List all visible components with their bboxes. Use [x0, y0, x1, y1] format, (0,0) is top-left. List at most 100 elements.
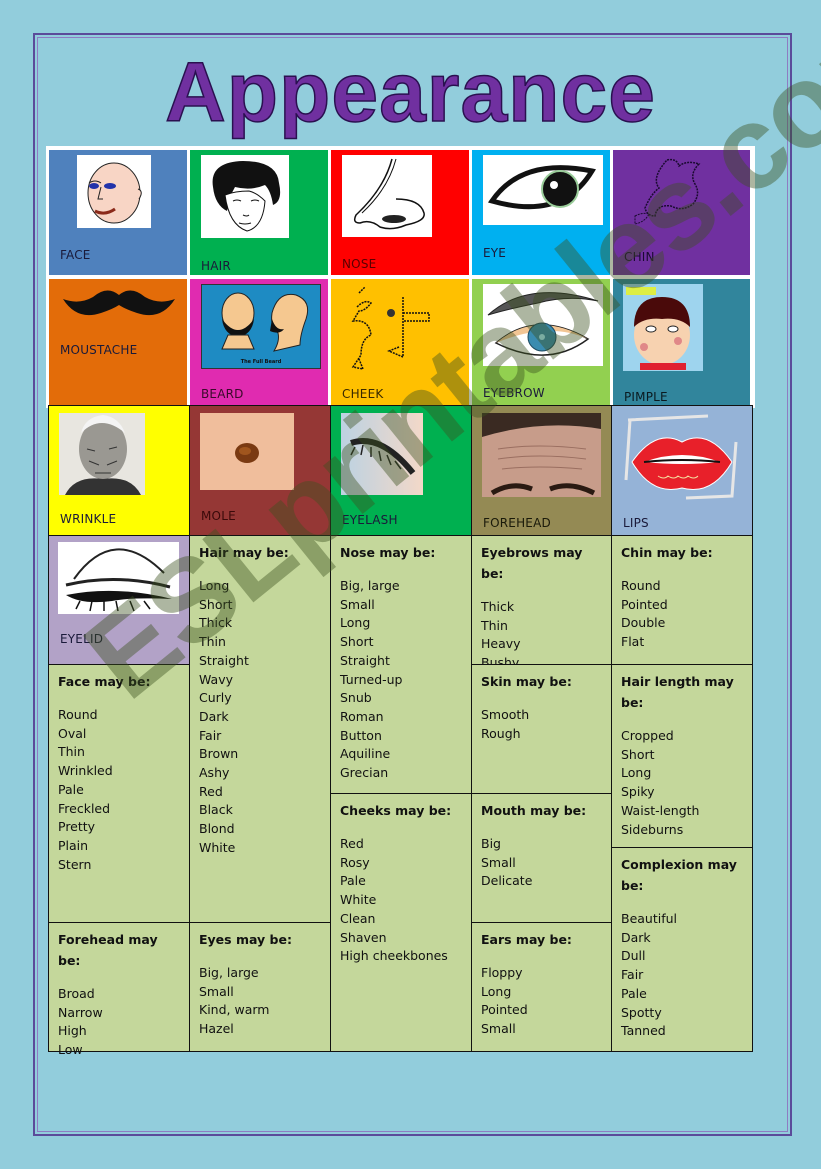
- face-icon: [87, 162, 142, 223]
- word-list-item: Snub: [340, 690, 372, 706]
- tile-mole: MOLE: [189, 405, 331, 536]
- word-list-item: White: [199, 839, 236, 855]
- word-list-item: Long: [340, 615, 371, 631]
- word-list-heading: Complexion may be:: [621, 857, 737, 893]
- hair-icon: [212, 160, 281, 232]
- word-list-forehead: Forehead may be: Broad Narrow High Low: [48, 922, 190, 1057]
- word-list-items: Red Rosy Pale White Clean Shaven High cheekbon…: [340, 835, 462, 966]
- word-list-heading: Eyebrows may be:: [481, 545, 583, 581]
- word-list-heading: Mouth may be:: [481, 803, 587, 818]
- tile-wrinkle: WRINKLE: [48, 405, 190, 536]
- word-list-ears: Ears may be: Floppy Long Pointed Small: [471, 922, 612, 1052]
- word-list-item: Dull: [621, 948, 646, 964]
- tile-label: NOSE: [342, 257, 377, 271]
- word-list-mouth: Mouth may be: Big Small Delicate: [471, 793, 612, 923]
- word-list-item: Fair: [199, 727, 222, 743]
- tile-hair: HAIR: [190, 150, 328, 275]
- tile-label: MOUSTACHE: [60, 343, 138, 357]
- word-list-items: Floppy Long Pointed Small: [481, 964, 602, 1039]
- word-list-items: Big, large Small Long Short Straight Turned-u…: [340, 577, 462, 783]
- word-list-item: Fair: [621, 967, 644, 983]
- word-list-item: Red: [340, 836, 364, 851]
- word-list-item: Floppy: [481, 965, 523, 980]
- word-list-skin: Skin may be: Smooth Rough: [471, 664, 612, 794]
- beard-icon: [221, 292, 309, 352]
- tile-label: CHEEK: [342, 387, 384, 401]
- word-list-nose: Nose may be: Big, large Small Long Short Str…: [330, 535, 472, 794]
- page-title: Appearance: [164, 44, 656, 140]
- tile-label: EYE: [483, 246, 507, 260]
- tile-label: EYELASH: [342, 513, 398, 527]
- word-list-item: Stern: [58, 856, 92, 872]
- word-list-items: Big, large Small Kind, warm Hazel: [199, 964, 321, 1039]
- word-list-item: Dark: [199, 708, 229, 724]
- tile-forehead: FOREHEAD: [471, 405, 612, 536]
- eyelid-icon: [65, 548, 172, 612]
- word-list-item: Straight: [340, 652, 390, 668]
- eye-icon: [487, 165, 596, 210]
- word-list-item: Smooth: [481, 707, 530, 722]
- tile-label: WRINKLE: [60, 512, 117, 526]
- word-list-item: Pretty: [58, 819, 96, 835]
- word-list-item: Short: [621, 746, 655, 762]
- tile-eye: EYE: [472, 150, 610, 275]
- word-list-item: Small: [340, 596, 375, 612]
- word-list-item: Pointed: [481, 1002, 528, 1018]
- tile-cheek: CHEEK: [331, 279, 469, 405]
- forehead-icon: [482, 413, 601, 497]
- word-list-item: Round: [58, 707, 98, 722]
- tile-label: MOLE: [201, 509, 236, 523]
- word-list-item: Thick: [199, 615, 233, 631]
- tile-label: PIMPLE: [624, 390, 668, 404]
- word-list-item: Big, large: [340, 578, 400, 593]
- word-list-item: Short: [340, 634, 374, 650]
- word-list-item: Kind, warm: [199, 1002, 270, 1018]
- word-list-item: Flat: [621, 634, 645, 650]
- word-list-items: Round Pointed Double Flat: [621, 577, 743, 652]
- word-list-item: Thin: [58, 744, 85, 760]
- word-list-item: High: [58, 1023, 87, 1039]
- word-list-items: Broad Narrow High Low: [58, 985, 180, 1060]
- word-list-face: Face may be: Round Oval Thin Wrinkled Pale Fr…: [48, 664, 190, 923]
- word-list-item: Freckled: [58, 800, 111, 816]
- moustache-icon: [63, 290, 175, 316]
- cheek-icon: [351, 286, 430, 371]
- wrinkle-icon: [59, 413, 145, 495]
- tile-label: EYEBROW: [483, 386, 545, 400]
- pimple-icon: [626, 287, 690, 370]
- tile-pimple: PIMPLE: [613, 279, 750, 405]
- word-list-item: Straight: [199, 652, 249, 668]
- word-list-item: Small: [199, 983, 234, 999]
- word-list-item: Brown: [199, 746, 239, 762]
- word-list-item: Rough: [481, 725, 521, 741]
- word-list-item: Black: [199, 802, 233, 818]
- word-list-item: Dark: [621, 929, 651, 945]
- eyelash-icon: [341, 413, 423, 495]
- word-list-hair: Hair may be: Long Short Thick Thin Straight W…: [189, 535, 331, 923]
- word-list-item: Oval: [58, 725, 87, 741]
- word-list-complexion: Complexion may be: Beautiful Dark Dull Fair…: [611, 847, 753, 1052]
- word-list-item: Button: [340, 727, 382, 743]
- word-list-heading: Cheeks may be:: [340, 803, 452, 818]
- word-list-item: Heavy: [481, 636, 521, 652]
- word-list-eyes: Eyes may be: Big, large Small Kind, warm Ha…: [189, 922, 331, 1052]
- tile-label: FOREHEAD: [483, 516, 551, 530]
- beard-caption: The Full Beard: [240, 358, 282, 365]
- word-list-item: Thin: [199, 634, 226, 650]
- tile-label: BEARD: [201, 387, 244, 401]
- word-list-item: Cropped: [621, 728, 674, 743]
- word-list-items: Cropped Short Long Spiky Waist-length Sidebur…: [621, 727, 743, 839]
- word-list-item: Big, large: [199, 965, 259, 980]
- tile-beard: The Full Beard BEARD: [190, 279, 328, 405]
- tile-eyelash: EYELASH: [330, 405, 472, 536]
- word-list-item: Thick: [481, 599, 515, 614]
- tile-label: EYELID: [60, 632, 104, 646]
- word-list-item: Wavy: [199, 671, 234, 687]
- word-list-item: Waist-length: [621, 802, 700, 818]
- word-list-items: Beautiful Dark Dull Fair Pale Spotty Tanned: [621, 910, 743, 1041]
- word-list-item: Blond: [199, 821, 235, 837]
- word-list-item: Tanned: [621, 1023, 666, 1039]
- word-list-item: Turned-up: [340, 671, 403, 687]
- word-list-items: Smooth Rough: [481, 706, 602, 743]
- word-list-item: Red: [199, 783, 223, 799]
